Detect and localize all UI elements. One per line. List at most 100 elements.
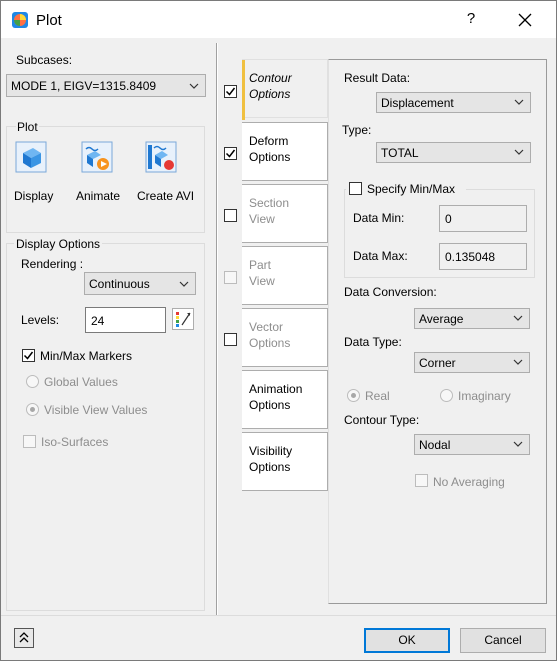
- contour-type-label: Contour Type:: [344, 413, 420, 427]
- data-min-input[interactable]: 0: [439, 205, 527, 232]
- data-conversion-value: Average: [419, 312, 464, 326]
- ok-button[interactable]: OK: [364, 628, 450, 653]
- tab-contour-options[interactable]: Contour Options: [242, 59, 328, 120]
- visible-view-values-label: Visible View Values: [44, 403, 148, 417]
- tab-contour-options-label: Contour Options: [249, 71, 292, 101]
- color-palette-icon: [176, 312, 191, 327]
- imaginary-radio[interactable]: [440, 389, 453, 402]
- double-chevron-up-icon: [19, 632, 29, 643]
- subcases-label: Subcases:: [16, 53, 73, 67]
- contour-options-panel: [328, 59, 547, 604]
- create-avi-label: Create AVI: [137, 189, 195, 203]
- imaginary-label: Imaginary: [458, 389, 511, 403]
- chevron-down-icon: [513, 315, 523, 321]
- active-tab-marker: [242, 60, 245, 120]
- rendering-label: Rendering :: [21, 257, 84, 271]
- no-averaging-checkbox[interactable]: [415, 474, 428, 487]
- animate-button[interactable]: [81, 141, 113, 173]
- tab-part-view[interactable]: Part View: [242, 246, 328, 305]
- display-button[interactable]: [15, 141, 47, 173]
- check-icon: [225, 87, 236, 96]
- color-palette-button[interactable]: [172, 308, 194, 330]
- iso-surfaces-checkbox[interactable]: [23, 435, 36, 448]
- minmax-markers-label: Min/Max Markers: [40, 349, 133, 363]
- title-bar: Plot ?: [1, 1, 556, 38]
- result-data-label: Result Data:: [344, 71, 411, 85]
- close-icon[interactable]: [513, 8, 537, 32]
- vector-options-checkbox[interactable]: [224, 333, 237, 346]
- data-type-dropdown[interactable]: Corner: [414, 352, 530, 373]
- type-dropdown[interactable]: TOTAL: [376, 142, 531, 163]
- data-type-label: Data Type:: [344, 335, 402, 349]
- chevron-down-icon: [513, 359, 523, 365]
- type-label: Type:: [342, 123, 372, 137]
- tab-section-view[interactable]: Section View: [242, 184, 328, 243]
- real-label: Real: [365, 389, 390, 403]
- display-options-group: [6, 243, 205, 611]
- tab-section-view-label: Section View: [249, 196, 290, 226]
- create-avi-button[interactable]: [145, 141, 177, 173]
- specify-minmax-checkbox[interactable]: [349, 182, 362, 195]
- global-values-radio[interactable]: [26, 375, 39, 388]
- no-averaging-label: No Averaging: [433, 475, 505, 489]
- rendering-dropdown[interactable]: Continuous: [84, 272, 196, 295]
- check-icon: [23, 351, 34, 360]
- subcases-value: MODE 1, EIGV=1315.8409: [11, 79, 157, 93]
- levels-value: 24: [91, 314, 105, 328]
- contour-options-checkbox[interactable]: [224, 85, 237, 98]
- specify-minmax-label: Specify Min/Max: [367, 182, 456, 196]
- tab-deform-options-label: Deform Options: [249, 134, 291, 164]
- collapse-button[interactable]: [14, 628, 34, 648]
- display-icon: [15, 141, 47, 173]
- contour-type-value: Nodal: [419, 438, 451, 452]
- levels-label: Levels:: [21, 313, 60, 327]
- tab-deform-options[interactable]: Deform Options: [242, 122, 328, 181]
- contour-type-dropdown[interactable]: Nodal: [414, 434, 530, 455]
- data-conversion-label: Data Conversion:: [344, 285, 437, 299]
- data-max-label: Data Max:: [353, 249, 408, 263]
- minmax-markers-checkbox[interactable]: [22, 349, 35, 362]
- visible-view-values-radio[interactable]: [26, 403, 39, 416]
- chevron-down-icon: [514, 99, 524, 105]
- tab-vector-options-label: Vector Options: [249, 320, 291, 350]
- animate-icon: [81, 141, 113, 173]
- footer-divider: [1, 615, 556, 616]
- real-radio[interactable]: [347, 389, 360, 402]
- display-label: Display: [14, 189, 54, 203]
- data-max-value: 0.135048: [445, 250, 496, 264]
- tab-animation-options-label: Animation Options: [249, 382, 303, 412]
- subcases-dropdown[interactable]: MODE 1, EIGV=1315.8409: [6, 74, 206, 97]
- plot-group-label: Plot: [16, 120, 39, 134]
- check-icon: [225, 149, 236, 158]
- result-data-dropdown[interactable]: Displacement: [376, 92, 531, 113]
- data-min-label: Data Min:: [353, 211, 405, 225]
- chevron-down-icon: [514, 149, 524, 155]
- help-button[interactable]: ?: [463, 10, 479, 30]
- panel-splitter-highlight: [217, 43, 218, 615]
- tab-visibility-options-label: Visibility Options: [249, 444, 293, 474]
- section-view-checkbox[interactable]: [224, 209, 237, 222]
- plot-dialog: Plot ? Subcases: MODE 1, EIGV=1315.8409 …: [0, 0, 557, 661]
- animate-label: Animate: [76, 189, 121, 203]
- tab-vector-options[interactable]: Vector Options: [242, 308, 328, 367]
- rendering-value: Continuous: [89, 277, 150, 291]
- window-title: Plot: [36, 12, 62, 29]
- tab-animation-options[interactable]: Animation Options: [242, 370, 328, 429]
- create-avi-icon: [145, 141, 177, 173]
- cancel-button[interactable]: Cancel: [460, 628, 546, 653]
- type-value: TOTAL: [381, 146, 419, 160]
- part-view-checkbox[interactable]: [224, 271, 237, 284]
- data-type-value: Corner: [419, 356, 456, 370]
- data-max-input[interactable]: 0.135048: [439, 243, 527, 270]
- tab-part-view-label: Part View: [249, 258, 275, 288]
- global-values-label: Global Values: [44, 375, 118, 389]
- data-min-value: 0: [445, 212, 452, 226]
- iso-surfaces-label: Iso-Surfaces: [41, 435, 109, 449]
- deform-options-checkbox[interactable]: [224, 147, 237, 160]
- data-conversion-dropdown[interactable]: Average: [414, 308, 530, 329]
- chevron-down-icon: [179, 281, 189, 287]
- plot-app-icon: [12, 12, 28, 28]
- levels-input[interactable]: 24: [85, 307, 166, 333]
- result-data-value: Displacement: [381, 96, 454, 110]
- tab-visibility-options[interactable]: Visibility Options: [242, 432, 328, 491]
